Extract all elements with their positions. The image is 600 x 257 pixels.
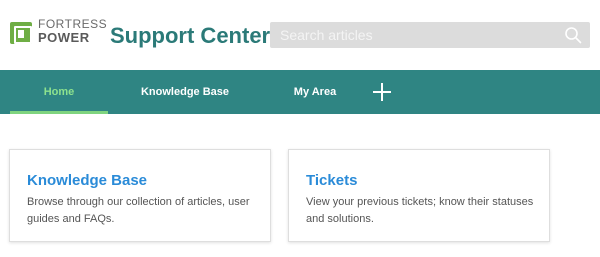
card-title[interactable]: Knowledge Base [27,172,147,190]
card-title[interactable]: Tickets [306,172,357,190]
logo-icon [10,22,32,44]
main-nav: Home Knowledge Base My Area [0,70,600,114]
nav-tab-home[interactable]: Home [10,70,108,114]
card-description: View your previous tickets; know their s… [306,196,534,225]
active-tab-indicator [10,111,108,114]
logo-text-bottom: POWER [38,30,90,45]
plus-icon[interactable] [371,81,393,103]
site-header: FORTRESS POWER Support Center [0,0,600,70]
nav-tab-my-area[interactable]: My Area [282,70,348,114]
page-title[interactable]: Support Center [110,22,270,50]
search-box [270,22,590,48]
search-input[interactable] [270,22,560,48]
card-description: Browse through our collection of article… [27,196,250,225]
knowledge-base-card[interactable]: Knowledge Base Browse through our collec… [9,149,271,242]
search-icon[interactable] [564,26,582,44]
nav-tab-knowledge-base[interactable]: Knowledge Base [130,70,240,114]
fortress-power-logo[interactable]: FORTRESS POWER [10,16,107,50]
tickets-card[interactable]: Tickets View your previous tickets; know… [288,149,550,242]
